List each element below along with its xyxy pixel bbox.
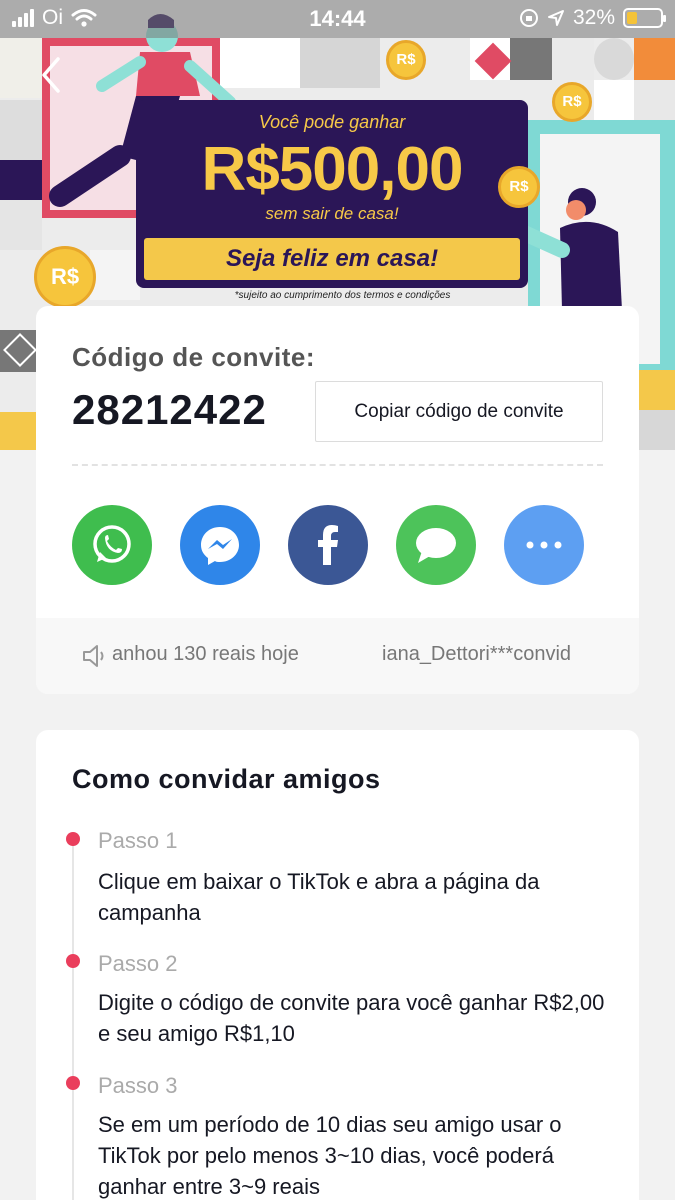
coin-icon: R$ [552, 82, 592, 122]
battery-percent: 32% [572, 6, 615, 29]
speaker-icon [83, 645, 104, 667]
pattern-tile [0, 100, 42, 160]
pattern-tile [594, 38, 634, 80]
pattern-tile [0, 38, 42, 98]
share-row [72, 505, 603, 585]
coin-icon: R$ [386, 40, 426, 80]
more-share-button[interactable] [504, 505, 584, 585]
promo-headline: Você pode ganhar [258, 112, 406, 132]
step-dot [66, 954, 80, 968]
pattern-tile [510, 38, 552, 80]
activity-ticker: anhou 130 reais hoje iana_Dettori***conv… [36, 618, 639, 694]
pattern-tile [552, 38, 594, 80]
ticker-item: iana_Dettori***convid [382, 643, 572, 665]
step-text: Se em um período de 10 dias seu amigo us… [98, 1112, 562, 1199]
orientation-lock-icon [519, 9, 538, 27]
more-icon [526, 541, 562, 549]
messenger-share-button[interactable] [180, 505, 260, 585]
location-icon [547, 10, 564, 26]
step-text: Clique em baixar o TikTok e abra a págin… [98, 869, 540, 925]
copy-code-button[interactable]: Copiar código de convite [315, 381, 603, 442]
invite-code: 28212422 [72, 386, 267, 433]
pattern-tile [594, 80, 634, 120]
message-icon [416, 528, 456, 563]
battery-icon [623, 8, 666, 28]
invite-card: Código de convite: 28212422 Copiar códig… [36, 306, 639, 694]
messenger-icon [201, 527, 239, 565]
pattern-tile [0, 200, 42, 250]
coin-icon: R$ [498, 166, 540, 208]
dashed-divider [72, 464, 603, 466]
facebook-share-button[interactable] [288, 505, 368, 585]
step-text: Digite o código de convite para você gan… [98, 990, 605, 1046]
how-to-card: Como convidar amigos Passo 1 Clique em b… [36, 730, 639, 1200]
terms-note: *sujeito ao cumprimento dos termos e con… [234, 290, 451, 301]
step-dot [66, 832, 80, 846]
promo-subline: sem sair de casa! [265, 204, 399, 223]
step-dot [66, 1076, 80, 1090]
promo-box: Você pode ganhar R$500,00 sem sair de ca… [136, 100, 528, 288]
pattern-tile [634, 38, 675, 80]
whatsapp-share-button[interactable] [72, 505, 152, 585]
status-bar: Oi 14:44 32% [0, 0, 675, 38]
message-share-button[interactable] [396, 505, 476, 585]
steps-timeline [72, 838, 74, 1200]
pattern-tile [634, 410, 675, 450]
pattern-tile [634, 370, 675, 410]
promo-cta-button[interactable]: Seja feliz em casa! [144, 238, 520, 280]
pattern-tile [0, 160, 42, 200]
back-arrow-icon[interactable] [38, 56, 64, 94]
pattern-tile [634, 80, 675, 120]
whatsapp-icon [93, 525, 131, 563]
facebook-icon [318, 525, 338, 565]
pattern-tile [300, 38, 380, 88]
step-label: Passo 1 [98, 828, 178, 853]
how-to-title: Como convidar amigos [72, 764, 381, 794]
invite-code-label: Código de convite: [72, 342, 315, 372]
pattern-tile [0, 412, 36, 450]
step-label: Passo 2 [98, 951, 178, 976]
promo-amount: R$500,00 [201, 135, 464, 204]
step-label: Passo 3 [98, 1073, 178, 1098]
ticker-item: anhou 130 reais hoje [112, 643, 299, 665]
